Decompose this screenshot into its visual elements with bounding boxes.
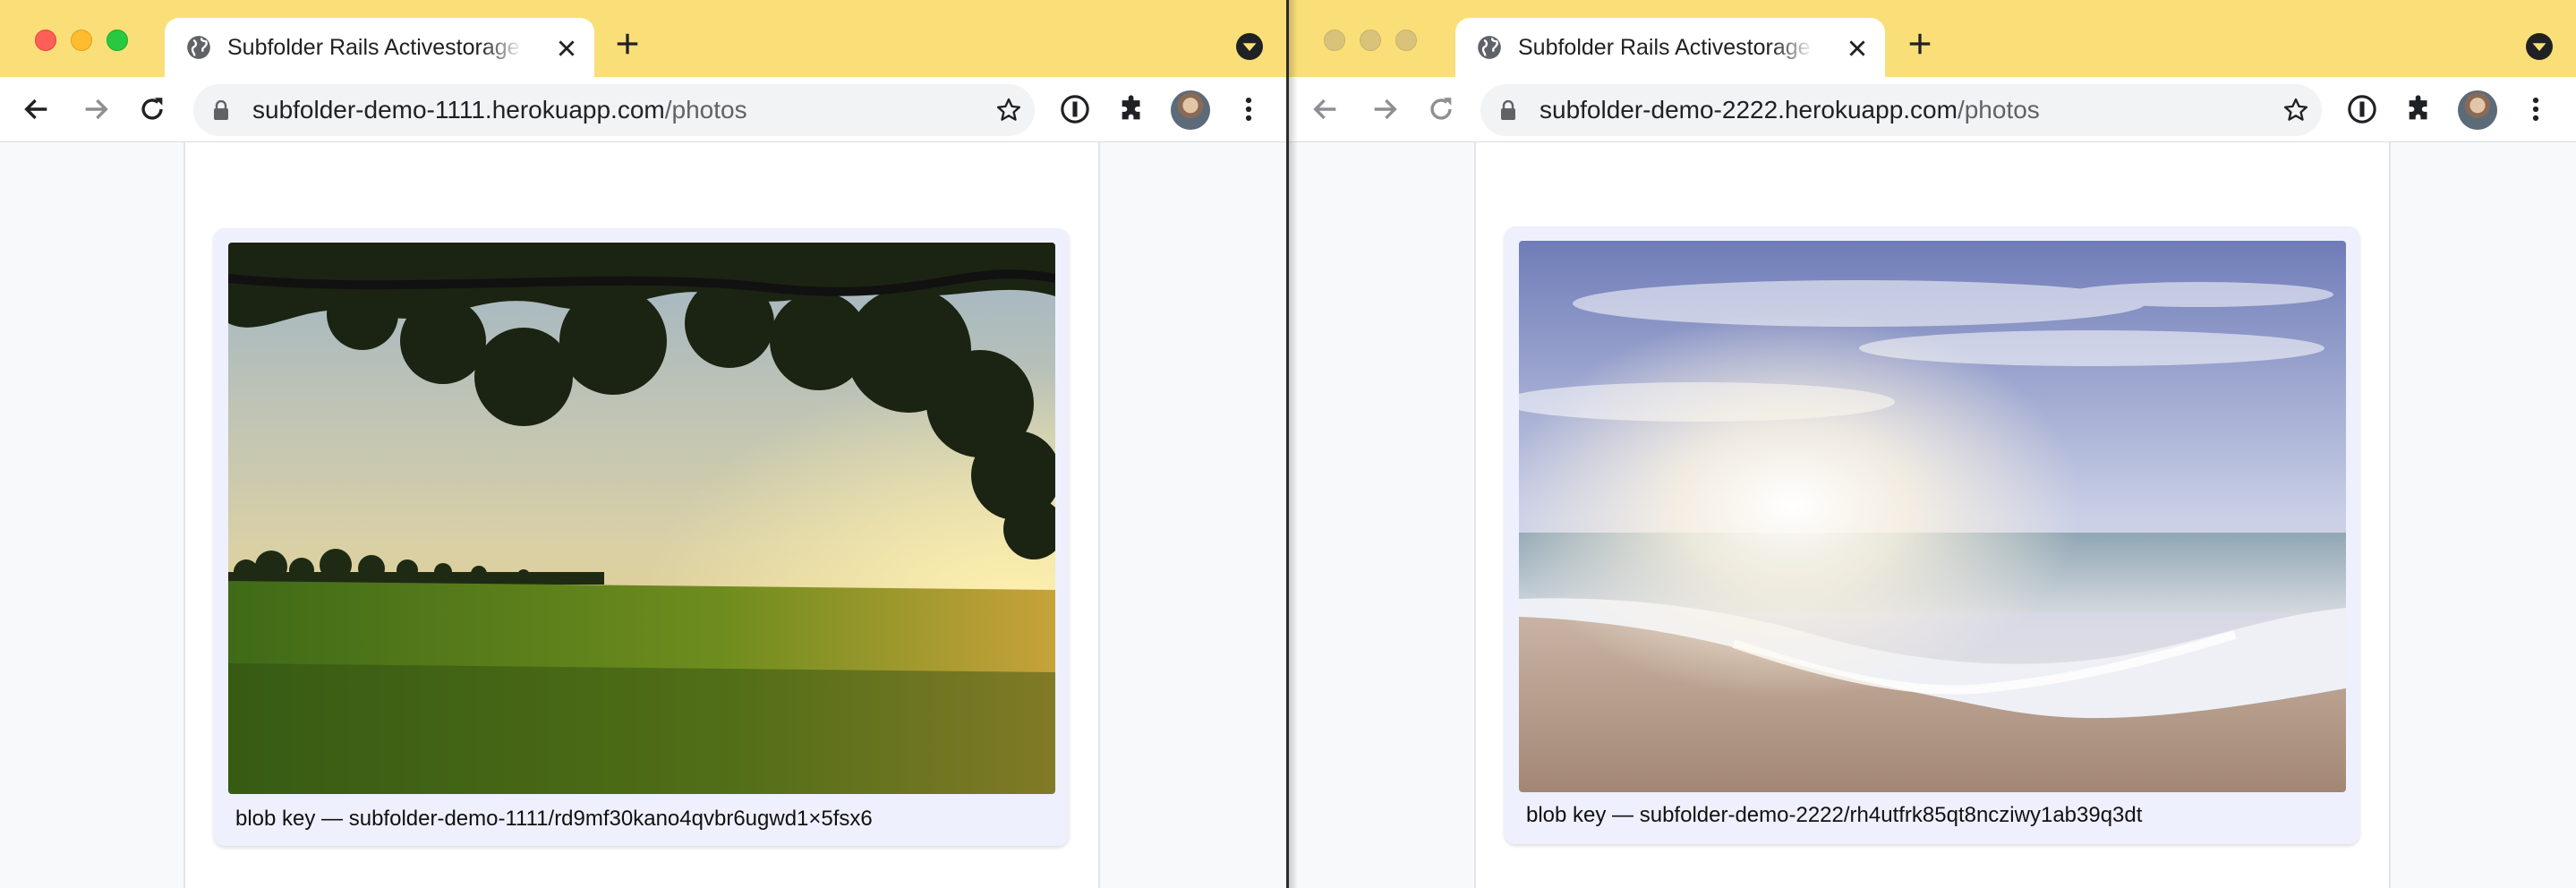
avatar[interactable] xyxy=(1171,90,1210,130)
toolbar: subfolder-demo-1111.herokuapp.com/photos xyxy=(0,77,1286,142)
star-icon[interactable] xyxy=(2282,97,2309,124)
back-icon[interactable] xyxy=(21,94,52,124)
minimize-window-button[interactable] xyxy=(1360,30,1381,51)
forward-icon[interactable] xyxy=(1369,94,1400,124)
window-shadow xyxy=(1289,0,1298,888)
puzzle-icon[interactable] xyxy=(2404,94,2435,124)
page-viewport[interactable]: blob key — subfolder-demo-2222/rh4utfrk8… xyxy=(1289,142,2576,888)
info-icon[interactable] xyxy=(2347,94,2377,124)
kebab-menu-icon[interactable] xyxy=(2521,94,2551,124)
puzzle-icon[interactable] xyxy=(1117,94,1147,124)
lock-icon[interactable] xyxy=(1500,100,1516,120)
reload-icon[interactable] xyxy=(1426,94,1456,124)
title-bar: Subfolder Rails Activestorage Example xyxy=(1289,0,2576,77)
star-icon[interactable] xyxy=(995,97,1022,124)
close-window-button[interactable] xyxy=(35,30,56,51)
close-icon[interactable] xyxy=(555,37,578,60)
url-text: subfolder-demo-1111.herokuapp.com/photos xyxy=(252,96,747,124)
tab-search-icon[interactable] xyxy=(2526,33,2553,60)
url-path: /photos xyxy=(1957,96,2040,124)
lock-icon[interactable] xyxy=(213,100,229,120)
photo-field[interactable] xyxy=(228,243,1055,794)
page-viewport[interactable]: blob key — subfolder-demo-1111/rd9mf30ka… xyxy=(0,142,1286,888)
tab-search-icon[interactable] xyxy=(1236,33,1263,60)
forward-icon[interactable] xyxy=(81,94,111,124)
minimize-window-button[interactable] xyxy=(71,30,92,51)
blob-key-caption: blob key — subfolder-demo-2222/rh4utfrk8… xyxy=(1526,803,2143,827)
browser-tab[interactable]: Subfolder Rails Activestorage Example xyxy=(1455,18,1885,77)
tab-title: Subfolder Rails Activestorage Example xyxy=(227,35,523,60)
toolbar: subfolder-demo-2222.herokuapp.com/photos xyxy=(1289,77,2576,142)
address-bar[interactable]: subfolder-demo-2222.herokuapp.com/photos xyxy=(1480,84,2322,136)
globe-icon xyxy=(187,36,210,59)
url-host: subfolder-demo-2222.herokuapp.com xyxy=(1540,96,1958,124)
zoom-window-button[interactable] xyxy=(1395,30,1417,51)
title-bar: Subfolder Rails Activestorage Example xyxy=(0,0,1286,77)
address-bar[interactable]: subfolder-demo-1111.herokuapp.com/photos xyxy=(193,84,1035,136)
url-host: subfolder-demo-1111.herokuapp.com xyxy=(252,96,665,124)
close-icon[interactable] xyxy=(1846,37,1869,60)
avatar[interactable] xyxy=(2458,90,2497,130)
plus-icon[interactable] xyxy=(1906,30,1933,57)
kebab-menu-icon[interactable] xyxy=(1233,94,1264,124)
back-icon[interactable] xyxy=(1310,94,1341,124)
url-path: /photos xyxy=(664,96,747,124)
browser-window-2: Subfolder Rails Activestorage Example xyxy=(1289,0,2576,888)
tab-title: Subfolder Rails Activestorage Example xyxy=(1518,35,1813,60)
page-column: blob key — subfolder-demo-2222/rh4utfrk8… xyxy=(1474,142,2391,888)
photo-card: blob key — subfolder-demo-1111/rd9mf30ka… xyxy=(214,228,1069,846)
page-column: blob key — subfolder-demo-1111/rd9mf30ka… xyxy=(183,142,1100,888)
plus-icon[interactable] xyxy=(614,30,641,57)
reload-icon[interactable] xyxy=(137,94,167,124)
globe-icon xyxy=(1478,36,1501,59)
browser-window-1: Subfolder Rails Activestorage Example xyxy=(0,0,1286,888)
info-icon[interactable] xyxy=(1060,94,1090,124)
zoom-window-button[interactable] xyxy=(107,30,128,51)
photo-card: blob key — subfolder-demo-2222/rh4utfrk8… xyxy=(1505,226,2359,844)
blob-key-caption: blob key — subfolder-demo-1111/rd9mf30ka… xyxy=(235,807,873,831)
browser-tab[interactable]: Subfolder Rails Activestorage Example xyxy=(165,18,594,77)
close-window-button[interactable] xyxy=(1324,30,1345,51)
photo-beach[interactable] xyxy=(1519,241,2346,792)
url-text: subfolder-demo-2222.herokuapp.com/photos xyxy=(1540,96,2040,124)
